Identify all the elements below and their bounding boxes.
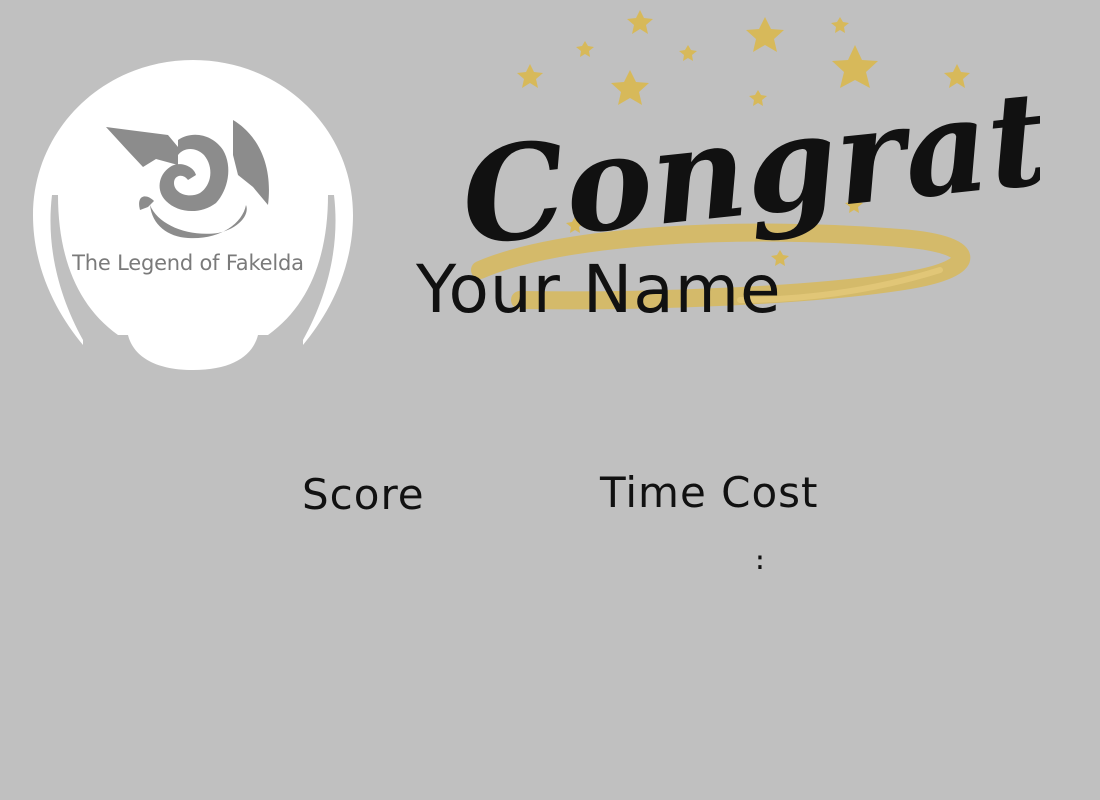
score-label: Score: [302, 470, 425, 519]
time-cost-label: Time Cost: [600, 468, 819, 517]
game-logo: The Legend of Fakelda: [28, 55, 358, 375]
logo-badge: [33, 60, 353, 370]
congrats-screen: The Legend of Fakelda Congrats! Your Nam…: [0, 0, 1100, 800]
player-name: Your Name: [416, 251, 782, 328]
game-title: The Legend of Fakelda: [72, 251, 304, 275]
time-cost-value: :: [752, 546, 768, 576]
